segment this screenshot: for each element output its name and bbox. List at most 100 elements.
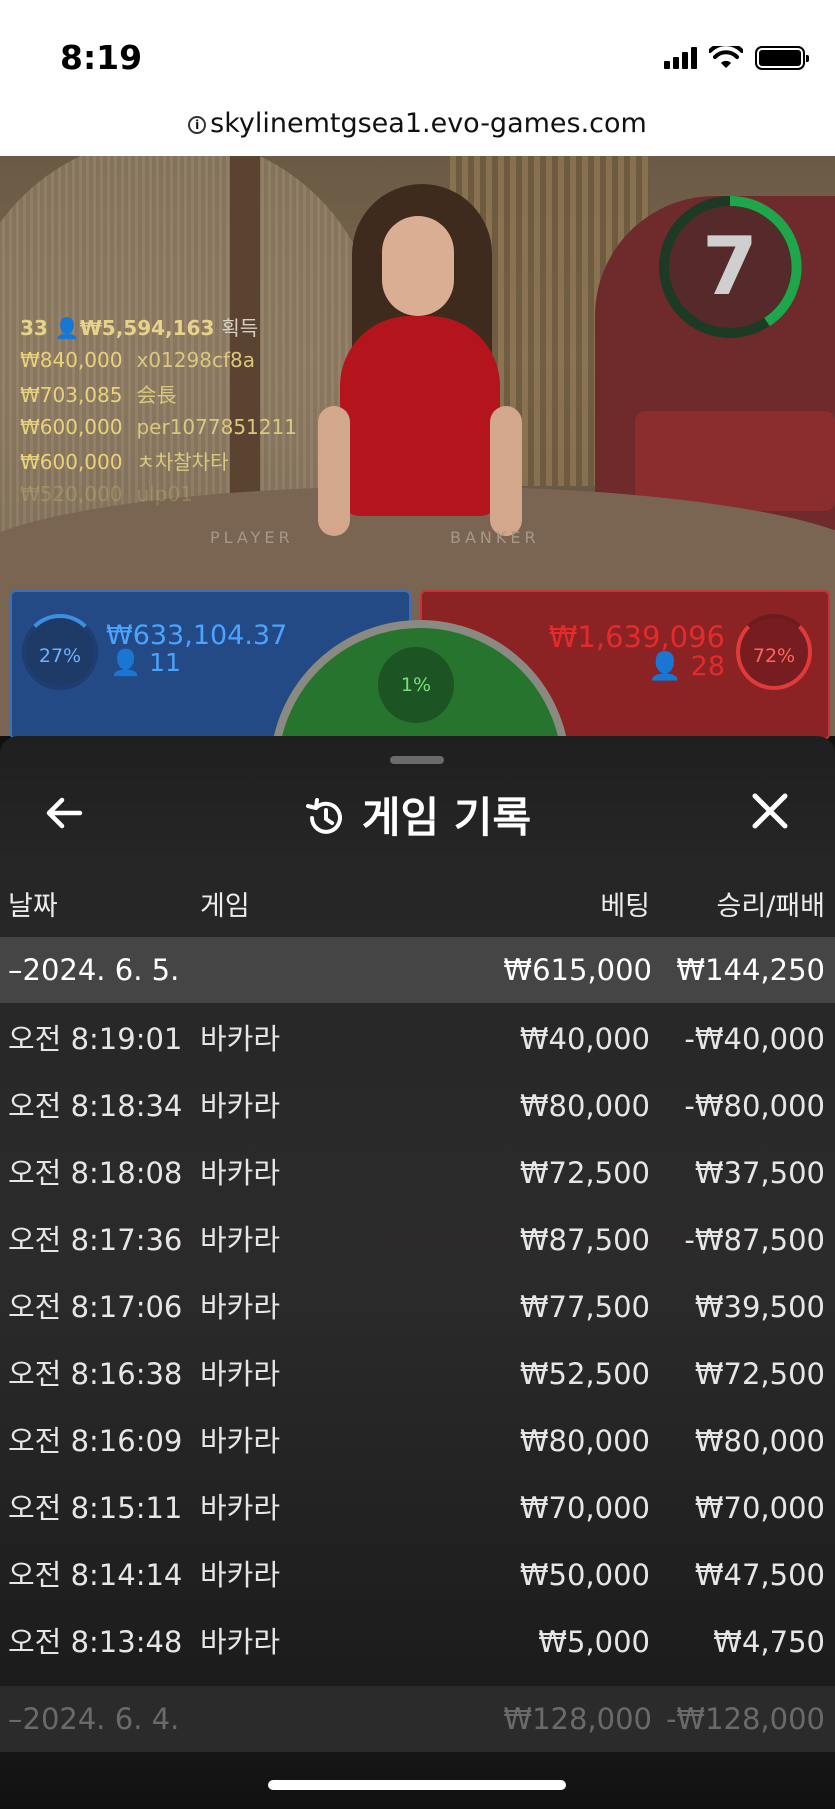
history-row[interactable]: 오전 8:16:09 바카라 ₩80,000 ₩80,000	[0, 1408, 835, 1475]
winner-name: ㅊ차찰차타	[136, 450, 229, 474]
row-result: ₩72,500	[694, 1357, 825, 1391]
history-row[interactable]: 오전 8:17:36 바카라 ₩87,500 -₩87,500	[0, 1207, 835, 1274]
history-row[interactable]: 오전 8:17:06 바카라 ₩77,500 ₩39,500	[0, 1274, 835, 1341]
winner-name: x01298cf8a	[136, 348, 255, 372]
winners-count: 33	[20, 316, 48, 340]
winner-entry: ₩520,000 ulp01	[20, 482, 297, 506]
winner-name: ulp01	[136, 482, 193, 506]
row-time: 오전 8:18:08	[8, 1156, 183, 1190]
day-result-total: -₩128,000	[665, 1702, 825, 1736]
dealer-arm-right	[490, 406, 522, 536]
address-bar[interactable]: i skylinemtgsea1.evo-games.com	[0, 108, 835, 139]
history-icon	[305, 798, 342, 834]
history-row[interactable]: 오전 8:16:38 바카라 ₩52,500 ₩72,500	[0, 1341, 835, 1408]
winner-name: per1077851211	[136, 415, 297, 439]
winner-entry: ₩703,085 会長	[20, 379, 297, 408]
row-result: ₩47,500	[694, 1558, 825, 1592]
row-result: -₩40,000	[684, 1022, 825, 1056]
row-bet: ₩5,000	[538, 1625, 650, 1659]
player-bet-amount: ₩633,104.37	[106, 620, 288, 651]
row-time: 오전 8:13:48	[8, 1625, 183, 1659]
row-result: ₩4,750	[713, 1625, 825, 1659]
column-headers: 날짜 게임 베팅 승리/패배	[0, 884, 835, 924]
history-row[interactable]: 오전 8:18:34 바카라 ₩80,000 -₩80,000	[0, 1073, 835, 1140]
dealer-arm-left	[318, 406, 350, 536]
background-couch	[635, 411, 835, 511]
day-date: –2024. 6. 5.	[8, 953, 180, 987]
winners-list: 33 👤₩5,594,163 획득 ₩840,000 x01298cf8a ₩70…	[20, 312, 297, 506]
history-row[interactable]: 오전 8:15:11 바카라 ₩70,000 ₩70,000	[0, 1475, 835, 1542]
banker-bettor-count: 👤 28	[648, 650, 725, 682]
column-game: 게임	[200, 891, 250, 922]
game-history-panel: 게임 기록 날짜 게임 베팅 승리/패배 –2024. 6. 5. ₩615,0…	[0, 736, 835, 1809]
status-icons	[664, 46, 809, 70]
row-bet: ₩40,000	[519, 1022, 650, 1056]
history-row[interactable]: 오전 8:18:08 바카라 ₩72,500 ₩37,500	[0, 1140, 835, 1207]
row-time: 오전 8:16:38	[8, 1357, 183, 1391]
row-game: 바카라	[200, 1424, 281, 1458]
row-bet: ₩52,500	[519, 1357, 650, 1391]
row-bet: ₩77,500	[519, 1290, 650, 1324]
status-bar: 8:19 i skylinemtgsea1.evo-games.com	[0, 0, 835, 156]
row-result: -₩87,500	[684, 1223, 825, 1257]
row-game: 바카라	[200, 1491, 281, 1525]
row-result: -₩80,000	[684, 1089, 825, 1123]
row-game: 바카라	[200, 1022, 281, 1056]
site-info-icon[interactable]: i	[188, 116, 207, 134]
row-game: 바카라	[200, 1089, 281, 1123]
winner-amount: ₩703,085	[20, 383, 123, 407]
row-time: 오전 8:16:09	[8, 1424, 183, 1458]
row-game: 바카라	[200, 1223, 281, 1257]
column-date: 날짜	[8, 891, 58, 922]
day-summary-row[interactable]: –2024. 6. 5. ₩615,000 ₩144,250	[0, 937, 835, 1003]
day-date: –2024. 6. 4.	[8, 1702, 180, 1736]
winner-amount: ₩520,000	[20, 482, 123, 506]
countdown-timer: 7	[655, 192, 805, 342]
home-indicator[interactable]	[268, 1780, 566, 1790]
banker-percent: 72%	[736, 614, 812, 690]
row-game: 바카라	[200, 1558, 281, 1592]
history-row[interactable]: 오전 8:19:01 바카라 ₩40,000 -₩40,000	[0, 1006, 835, 1073]
status-time: 8:19	[60, 38, 143, 77]
table-label-banker: BANKER	[450, 528, 540, 547]
panel-header: 게임 기록	[0, 784, 835, 845]
history-row[interactable]: 오전 8:14:14 바카라 ₩50,000 ₩47,500	[0, 1542, 835, 1609]
winners-total: ₩5,594,163	[79, 316, 215, 340]
day-bet-total: ₩615,000	[503, 953, 652, 987]
day-summary-row[interactable]: –2024. 6. 4. ₩128,000 -₩128,000	[0, 1686, 835, 1752]
history-list: 오전 8:19:01 바카라 ₩40,000 -₩40,000 오전 8:18:34 바…	[0, 1006, 835, 1676]
row-game: 바카라	[200, 1357, 281, 1391]
row-result: ₩37,500	[694, 1156, 825, 1190]
row-time: 오전 8:14:14	[8, 1558, 183, 1592]
dealer-body	[340, 316, 500, 516]
day-bet-total: ₩128,000	[503, 1702, 652, 1736]
battery-icon	[755, 46, 809, 70]
winner-entry: ₩600,000 per1077851211	[20, 415, 297, 439]
row-game: 바카라	[200, 1156, 281, 1190]
winner-entry: ₩600,000 ㅊ차찰차타	[20, 446, 297, 475]
panel-title: 게임 기록	[361, 793, 532, 842]
person-icon: 👤	[110, 648, 142, 677]
winners-header: 33 👤₩5,594,163 획득	[20, 312, 297, 341]
row-time: 오전 8:17:06	[8, 1290, 183, 1324]
dealer-face	[382, 216, 454, 316]
url-text: skylinemtgsea1.evo-games.com	[210, 108, 647, 139]
drag-handle[interactable]	[390, 756, 444, 764]
close-icon[interactable]	[745, 786, 795, 836]
row-time: 오전 8:18:34	[8, 1089, 183, 1123]
winner-entry: ₩840,000 x01298cf8a	[20, 348, 297, 372]
row-result: ₩80,000	[694, 1424, 825, 1458]
day-result-total: ₩144,250	[676, 953, 825, 987]
winner-amount: ₩600,000	[20, 450, 123, 474]
person-icon: 👤	[54, 316, 80, 340]
tie-percent: 1%	[378, 647, 454, 723]
row-bet: ₩70,000	[519, 1491, 650, 1525]
row-bet: ₩50,000	[519, 1558, 650, 1592]
row-time: 오전 8:15:11	[8, 1491, 183, 1525]
row-bet: ₩72,500	[519, 1156, 650, 1190]
person-icon: 👤	[648, 651, 683, 682]
row-bet: ₩80,000	[519, 1424, 650, 1458]
table-label-player: PLAYER	[210, 528, 294, 547]
history-row[interactable]: 오전 8:13:48 바카라 ₩5,000 ₩4,750	[0, 1609, 835, 1676]
row-result: ₩39,500	[694, 1290, 825, 1324]
